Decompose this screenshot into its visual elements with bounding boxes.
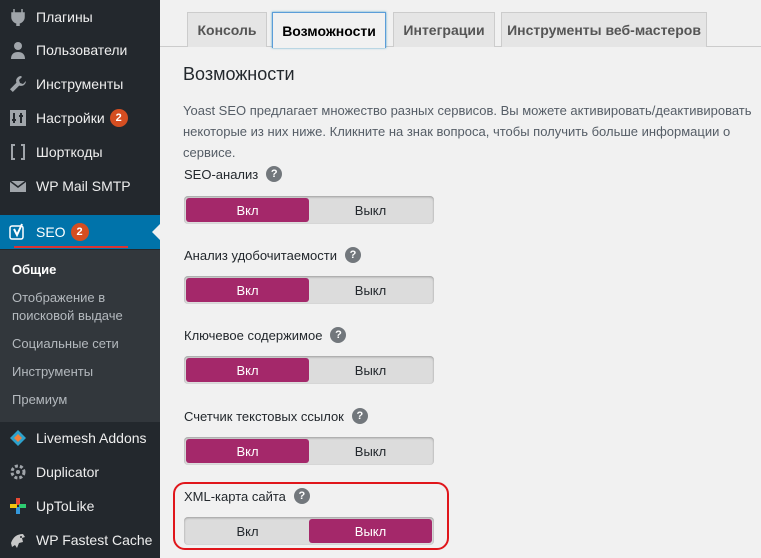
envelope-icon [8,176,28,196]
sidebar-item-users[interactable]: Пользователи [0,33,160,67]
sidebar-item-label: WP Fastest Cache [36,532,153,548]
feature-label-text: Счетчик текстовых ссылок [184,408,344,424]
settings-tabs: Консоль Возможности Интеграции Инструмен… [160,0,761,48]
tab-features[interactable]: Возможности [272,12,386,48]
sidebar-item-shortcodes[interactable]: Шорткоды [0,135,160,169]
sidebar-item-tools[interactable]: Инструменты [0,67,160,101]
tab-webmaster-tools[interactable]: Инструменты веб-мастеров [501,12,707,47]
toggle-off-option[interactable]: Выкл [309,439,432,463]
page-title: Возможности [183,64,295,84]
page-intro: Yoast SEO предлагает множество разных се… [183,103,752,160]
toggle-off-option[interactable]: Выкл [309,198,432,222]
submenu-item-social[interactable]: Социальные сети [12,335,152,353]
plugin-icon [8,7,28,27]
toggle-off-option[interactable]: Выкл [309,278,432,302]
feature-label-cornerstone: Ключевое содержимое ? [184,327,347,343]
toggle-on-option[interactable]: Вкл [186,198,309,222]
toggle-on-option[interactable]: Вкл [186,519,309,543]
tab-dashboard[interactable]: Консоль [187,12,267,47]
update-count-badge: 2 [109,109,128,127]
settings-icon [8,108,28,128]
submenu-item-general[interactable]: Общие [12,261,152,279]
help-icon[interactable]: ? [330,327,347,343]
yoast-icon [8,222,28,242]
feature-label-xml-sitemap: XML-карта сайта ? [184,488,310,504]
sidebar-item-label: SEO [36,224,66,240]
main-content: Консоль Возможности Интеграции Инструмен… [160,0,761,558]
toggle-link-counter: Вкл Выкл [184,437,434,465]
sidebar-item-label: WP Mail SMTP [36,178,131,194]
sidebar-item-settings[interactable]: Настройки 2 [0,101,160,135]
sidebar-item-label: Duplicator [36,464,100,480]
sidebar-item-label: UpToLike [36,498,95,514]
active-menu-arrow [152,224,160,240]
wrench-icon [8,74,28,94]
toggle-readability: Вкл Выкл [184,276,434,304]
toggle-xml-sitemap: Вкл Выкл [184,517,434,545]
feature-label-link-counter: Счетчик текстовых ссылок ? [184,408,368,424]
submenu-item-search-appearance[interactable]: Отображение в поисковой выдаче [12,289,152,325]
sidebar-item-plugins[interactable]: Плагины [0,0,160,34]
help-icon[interactable]: ? [351,408,368,424]
seo-submenu: Общие Отображение в поисковой выдаче Соц… [0,250,160,422]
feature-label-text: XML-карта сайта [184,488,286,504]
sidebar-item-label: Пользователи [36,42,128,58]
users-icon [8,40,28,60]
help-icon[interactable]: ? [344,247,361,263]
sidebar-item-label: Livemesh Addons [36,430,147,446]
feature-label-text: Анализ удобочитаемости [184,247,337,263]
sidebar-item-wp-fastest-cache[interactable]: WP Fastest Cache [0,523,160,557]
submenu-item-premium[interactable]: Премиум [12,391,152,409]
brackets-icon [8,142,28,162]
sidebar-item-livemesh-addons[interactable]: Livemesh Addons [0,421,160,455]
toggle-on-option[interactable]: Вкл [186,439,309,463]
feature-label-readability: Анализ удобочитаемости ? [184,247,361,263]
toggle-off-option[interactable]: Выкл [309,519,432,543]
tab-integrations[interactable]: Интеграции [393,12,495,47]
feature-label-text: Ключевое содержимое [184,327,323,343]
toggle-cornerstone: Вкл Выкл [184,356,434,384]
sidebar-item-label: Шорткоды [36,144,103,160]
toggle-on-option[interactable]: Вкл [186,358,309,382]
livemesh-icon [8,428,28,448]
feature-label-text: SEO-анализ [184,166,259,182]
admin-sidebar: Плагины Пользователи Инструменты Настрой… [0,0,160,558]
duplicator-icon [8,462,28,482]
feature-label-seo-analysis: SEO-анализ ? [184,166,283,182]
sidebar-item-label: Инструменты [36,76,124,92]
help-icon[interactable]: ? [266,166,283,182]
sidebar-item-seo[interactable]: SEO 2 [0,215,160,249]
toggle-off-option[interactable]: Выкл [309,358,432,382]
seo-notification-badge: 2 [70,223,89,241]
sidebar-item-label: Плагины [36,9,93,25]
sidebar-item-uptolike[interactable]: UpToLike [0,489,160,523]
sidebar-item-duplicator[interactable]: Duplicator [0,455,160,489]
help-icon[interactable]: ? [293,488,310,504]
sidebar-item-wp-mail-smtp[interactable]: WP Mail SMTP [0,169,160,203]
cheetah-icon [8,530,28,550]
toggle-seo-analysis: Вкл Выкл [184,196,434,224]
sidebar-item-label: Настройки [36,110,105,126]
uptolike-icon [8,496,28,516]
submenu-item-tools[interactable]: Инструменты [12,363,152,381]
toggle-on-option[interactable]: Вкл [186,278,309,302]
active-underline [14,246,128,248]
